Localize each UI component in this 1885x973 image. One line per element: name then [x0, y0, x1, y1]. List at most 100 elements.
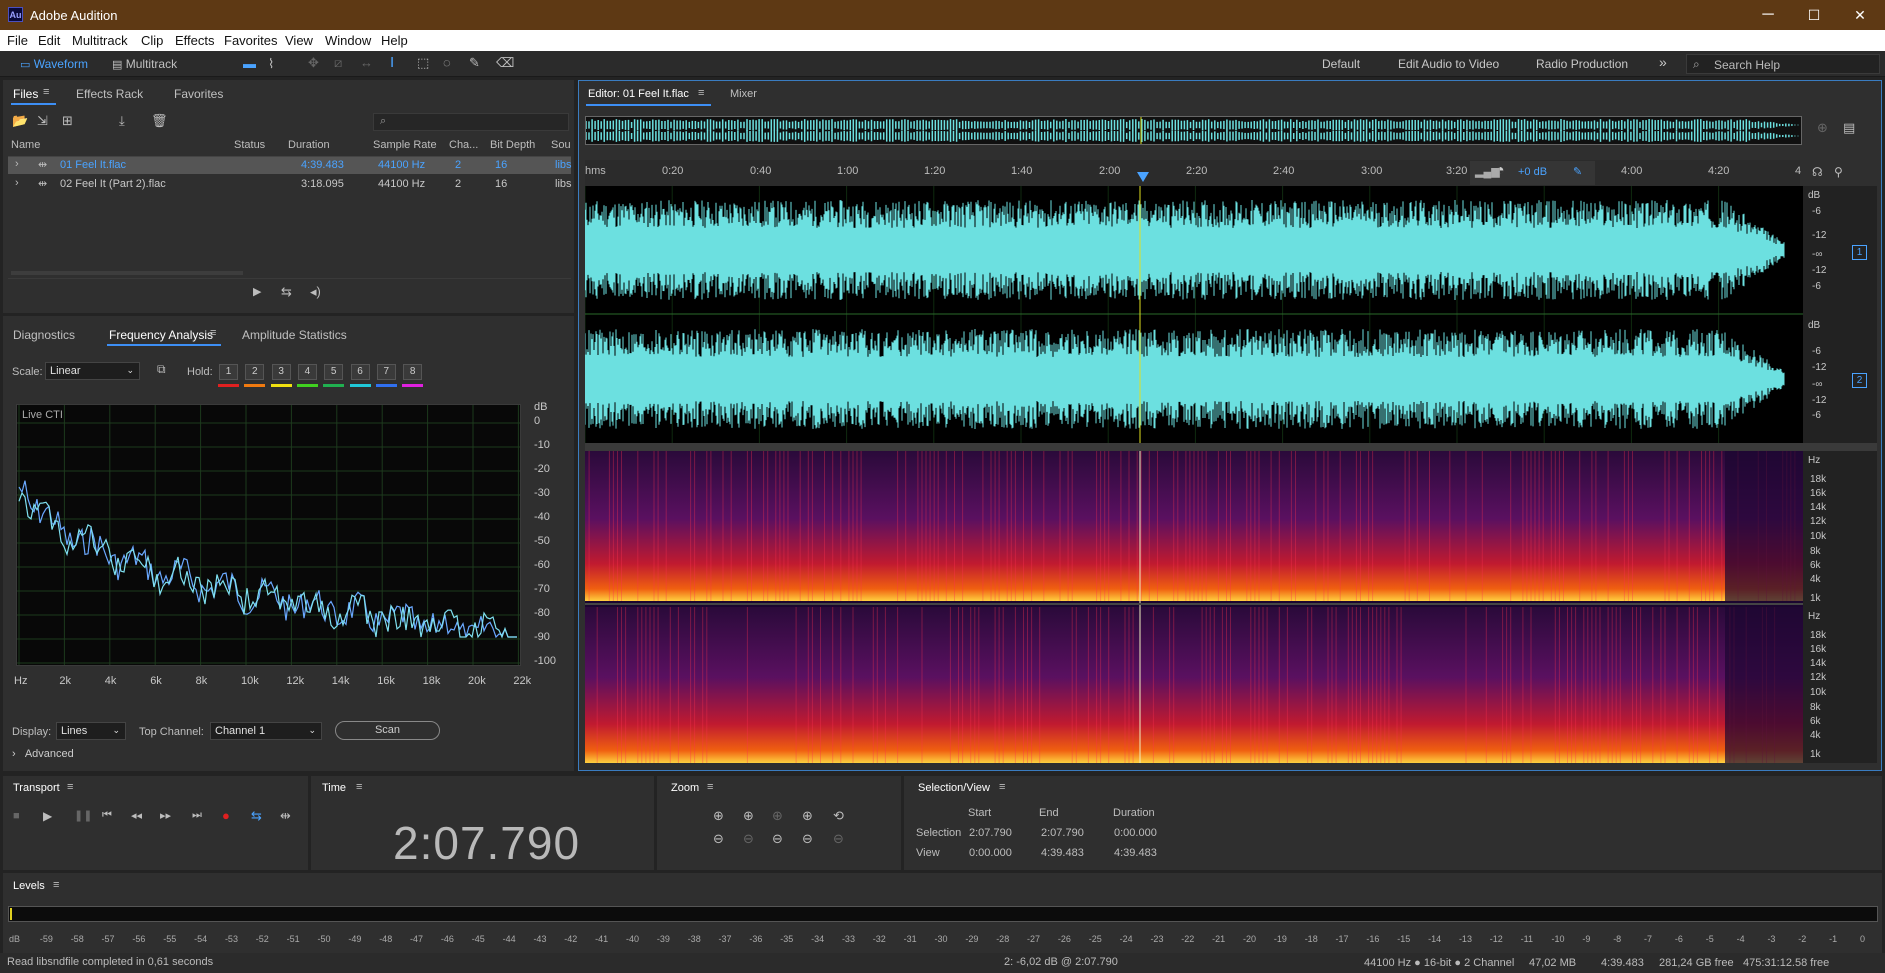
selection-end[interactable]: 2:07.790 — [1041, 827, 1084, 839]
view-end[interactable]: 4:39.483 — [1041, 847, 1084, 859]
brush-tool-icon[interactable]: ✎ — [469, 55, 480, 71]
zoom-to-selection-icon[interactable]: ⊖ — [802, 831, 813, 847]
spectral-pitch-icon[interactable]: ⌇ — [268, 56, 274, 72]
menu-favorites[interactable]: Favorites — [224, 33, 277, 48]
maximize-button[interactable]: ☐ — [1791, 0, 1837, 30]
tab-files[interactable]: Files — [13, 87, 38, 101]
previous-icon[interactable]: ⏮ — [102, 809, 112, 822]
tab-amplitude-statistics[interactable]: Amplitude Statistics — [242, 328, 347, 342]
menu-view[interactable]: View — [285, 33, 313, 48]
play-icon[interactable]: ▶ — [253, 285, 261, 298]
rewind-icon[interactable]: ◂◂ — [131, 809, 142, 822]
loop-icon[interactable]: ⇆ — [251, 808, 262, 824]
pin-icon[interactable]: ✎ — [1573, 165, 1582, 178]
workspace-edit-audio-to-video[interactable]: Edit Audio to Video — [1398, 57, 1499, 71]
more-workspaces-button[interactable]: » — [1659, 54, 1667, 70]
import-file-icon[interactable]: ⇲ — [37, 113, 48, 129]
expand-icon[interactable]: › — [15, 177, 19, 189]
tab-mixer[interactable]: Mixer — [730, 88, 757, 100]
scan-button[interactable]: Scan — [335, 721, 440, 740]
panel-menu-icon[interactable]: ≡ — [999, 781, 1005, 793]
new-file-icon[interactable]: ⊞ — [62, 113, 73, 129]
selection-start[interactable]: 2:07.790 — [969, 827, 1012, 839]
zoom-in-amplitude-icon[interactable]: ⊕ — [713, 808, 724, 824]
pause-icon[interactable]: ❚❚ — [74, 809, 92, 822]
display-dropdown[interactable]: Lines ⌄ — [56, 722, 126, 740]
selection-duration[interactable]: 0:00.000 — [1114, 827, 1157, 839]
headphones-icon[interactable]: ☊ — [1812, 165, 1823, 179]
razor-tool-icon[interactable]: ⧄ — [334, 55, 342, 71]
col-channels[interactable]: Cha... — [449, 139, 478, 151]
col-duration[interactable]: Duration — [288, 139, 330, 151]
panel-menu-icon[interactable]: ≡ — [67, 781, 73, 793]
top-channel-dropdown[interactable]: Channel 1 ⌄ — [210, 722, 322, 740]
menu-help[interactable]: Help — [381, 33, 408, 48]
copy-icon[interactable]: ⧉ — [157, 362, 166, 377]
tab-diagnostics[interactable]: Diagnostics — [13, 328, 75, 342]
workspace-default[interactable]: Default — [1322, 57, 1360, 71]
move-tool-icon[interactable]: ✥ — [308, 55, 319, 71]
panel-menu-icon[interactable]: ≡ — [53, 879, 59, 891]
table-row[interactable]: › ⇹ 02 Feel It (Part 2).flac 3:18.095 44… — [8, 176, 572, 193]
insert-into-multitrack-icon[interactable]: ⤓ — [119, 113, 125, 129]
zoom-in-time-icon[interactable]: ⊕ — [743, 808, 754, 824]
waveform-view-button[interactable]: ▭ Waveform — [20, 55, 106, 73]
spot-healing-icon[interactable]: ⌫ — [496, 55, 514, 71]
hold-button-5[interactable]: 5 — [324, 364, 344, 380]
fast-forward-icon[interactable]: ▸▸ — [160, 809, 171, 822]
multitrack-view-button[interactable]: ▤ Multitrack — [112, 55, 192, 73]
waveform-display[interactable] — [585, 186, 1803, 448]
stop-icon[interactable]: ■ — [13, 810, 20, 822]
hold-button-6[interactable]: 6 — [350, 364, 370, 380]
zoom-out-full-icon[interactable]: ⊖ — [772, 831, 783, 847]
table-row[interactable]: › ⇹ 01 Feel It.flac 4:39.483 44100 Hz 2 … — [8, 157, 572, 174]
hold-button-8[interactable]: 8 — [403, 364, 423, 380]
tab-effects-rack[interactable]: Effects Rack — [76, 87, 143, 101]
panel-menu-icon[interactable]: ≡ — [43, 86, 49, 98]
menu-clip[interactable]: Clip — [141, 33, 163, 48]
marker-icon[interactable]: ⚲ — [1834, 165, 1843, 179]
spectral-divider-handle[interactable] — [585, 443, 1877, 451]
open-file-icon[interactable]: 📂 — [12, 113, 28, 129]
close-button[interactable]: ✕ — [1837, 0, 1883, 30]
panel-menu-icon[interactable]: ≡ — [707, 781, 713, 793]
skip-selection-icon[interactable]: ⇹ — [280, 808, 291, 824]
advanced-toggle[interactable]: › Advanced — [12, 748, 74, 760]
panel-menu-icon[interactable]: ≡ — [698, 87, 704, 99]
record-icon[interactable]: ● — [222, 808, 230, 823]
col-status[interactable]: Status — [234, 139, 265, 151]
search-help-field[interactable]: ⌕ Search Help — [1686, 54, 1880, 74]
loop-play-icon[interactable]: ⇆ — [281, 284, 292, 300]
zoom-to-playhead-icon[interactable]: ⊖ — [833, 831, 844, 847]
menu-multitrack[interactable]: Multitrack — [72, 33, 128, 48]
col-name[interactable]: Name — [11, 139, 40, 151]
hud-gain-control[interactable]: ▂▄▆ ◔ +0 dB ✎ — [1470, 161, 1595, 185]
expand-icon[interactable]: › — [15, 158, 19, 170]
tab-favorites[interactable]: Favorites — [174, 87, 223, 101]
marquee-tool-icon[interactable]: ⬚ — [417, 55, 429, 71]
col-sample-rate[interactable]: Sample Rate — [373, 139, 437, 151]
zoom-reset-icon[interactable]: ⟲ — [833, 808, 844, 824]
time-selection-tool-icon[interactable]: I — [390, 54, 394, 71]
hold-button-7[interactable]: 7 — [376, 364, 396, 380]
menu-file[interactable]: File — [7, 33, 28, 48]
play-icon[interactable]: ▶ — [43, 809, 52, 823]
hold-button-4[interactable]: 4 — [297, 364, 317, 380]
zoom-out-amplitude-icon[interactable]: ⊖ — [713, 831, 724, 847]
col-bit-depth[interactable]: Bit Depth — [490, 139, 535, 151]
auto-play-icon[interactable]: ◂) — [310, 284, 321, 300]
channel-1-toggle[interactable]: 1 — [1852, 245, 1867, 260]
hold-button-3[interactable]: 3 — [271, 364, 291, 380]
scale-dropdown[interactable]: Linear ⌄ — [45, 362, 140, 380]
next-icon[interactable]: ⏭ — [192, 809, 202, 822]
zoom-to-selection-icon[interactable]: ⊕ — [1817, 120, 1828, 136]
playhead-marker[interactable] — [1137, 172, 1149, 182]
menu-window[interactable]: Window — [325, 33, 371, 48]
menu-edit[interactable]: Edit — [38, 33, 60, 48]
lasso-tool-icon[interactable]: ◌ — [443, 55, 451, 70]
col-source[interactable]: Sou — [551, 139, 571, 151]
workspace-radio-production[interactable]: Radio Production — [1536, 57, 1628, 71]
zoom-in-at-start-icon[interactable]: ⊕ — [802, 808, 813, 824]
panel-menu-icon[interactable]: ≡ — [210, 327, 216, 339]
view-duration[interactable]: 4:39.483 — [1114, 847, 1157, 859]
